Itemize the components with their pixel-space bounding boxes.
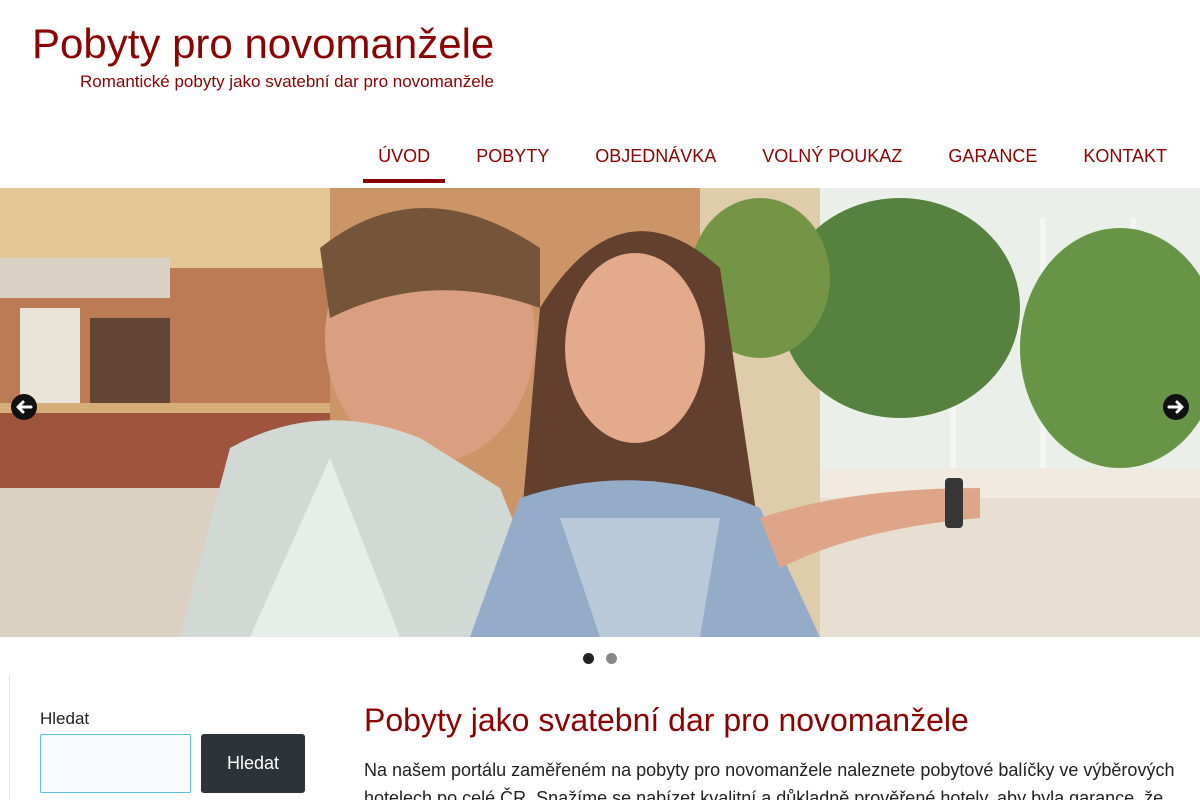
nav-item-uvod[interactable]: ÚVOD [363, 130, 446, 183]
hero-slider [0, 188, 1200, 637]
slider-dot-1[interactable] [583, 653, 594, 664]
slider-pagination [0, 653, 1200, 664]
search-button[interactable]: Hledat [201, 734, 305, 793]
slider-next-button[interactable] [1163, 394, 1189, 420]
site-tagline: Romantické pobyty jako svatební dar pro … [80, 72, 494, 91]
sidebar-divider [9, 675, 10, 800]
slider-dot-2[interactable] [606, 653, 617, 664]
arrow-right-icon [1167, 400, 1184, 414]
hero-slide-image [0, 188, 1200, 637]
search-input[interactable] [40, 734, 191, 793]
intro-paragraph: Na našem portálu zaměřeném na pobyty pro… [364, 760, 1175, 800]
slider-prev-button[interactable] [11, 394, 37, 420]
page-heading: Pobyty jako svatební dar pro novomanžele [364, 702, 969, 738]
main-navigation: ÚVOD POBYTY OBJEDNÁVKA VOLNÝ POUKAZ GARA… [347, 130, 1182, 183]
nav-item-kontakt[interactable]: KONTAKT [1068, 130, 1182, 183]
site-title[interactable]: Pobyty pro novomanžele [32, 20, 494, 68]
nav-item-objednavka[interactable]: OBJEDNÁVKA [580, 130, 731, 183]
nav-item-garance[interactable]: GARANCE [933, 130, 1052, 183]
arrow-left-icon [16, 400, 33, 414]
nav-item-volny-poukaz[interactable]: VOLNÝ POUKAZ [747, 130, 917, 183]
search-label: Hledat [40, 709, 90, 728]
nav-item-pobyty[interactable]: POBYTY [461, 130, 564, 183]
